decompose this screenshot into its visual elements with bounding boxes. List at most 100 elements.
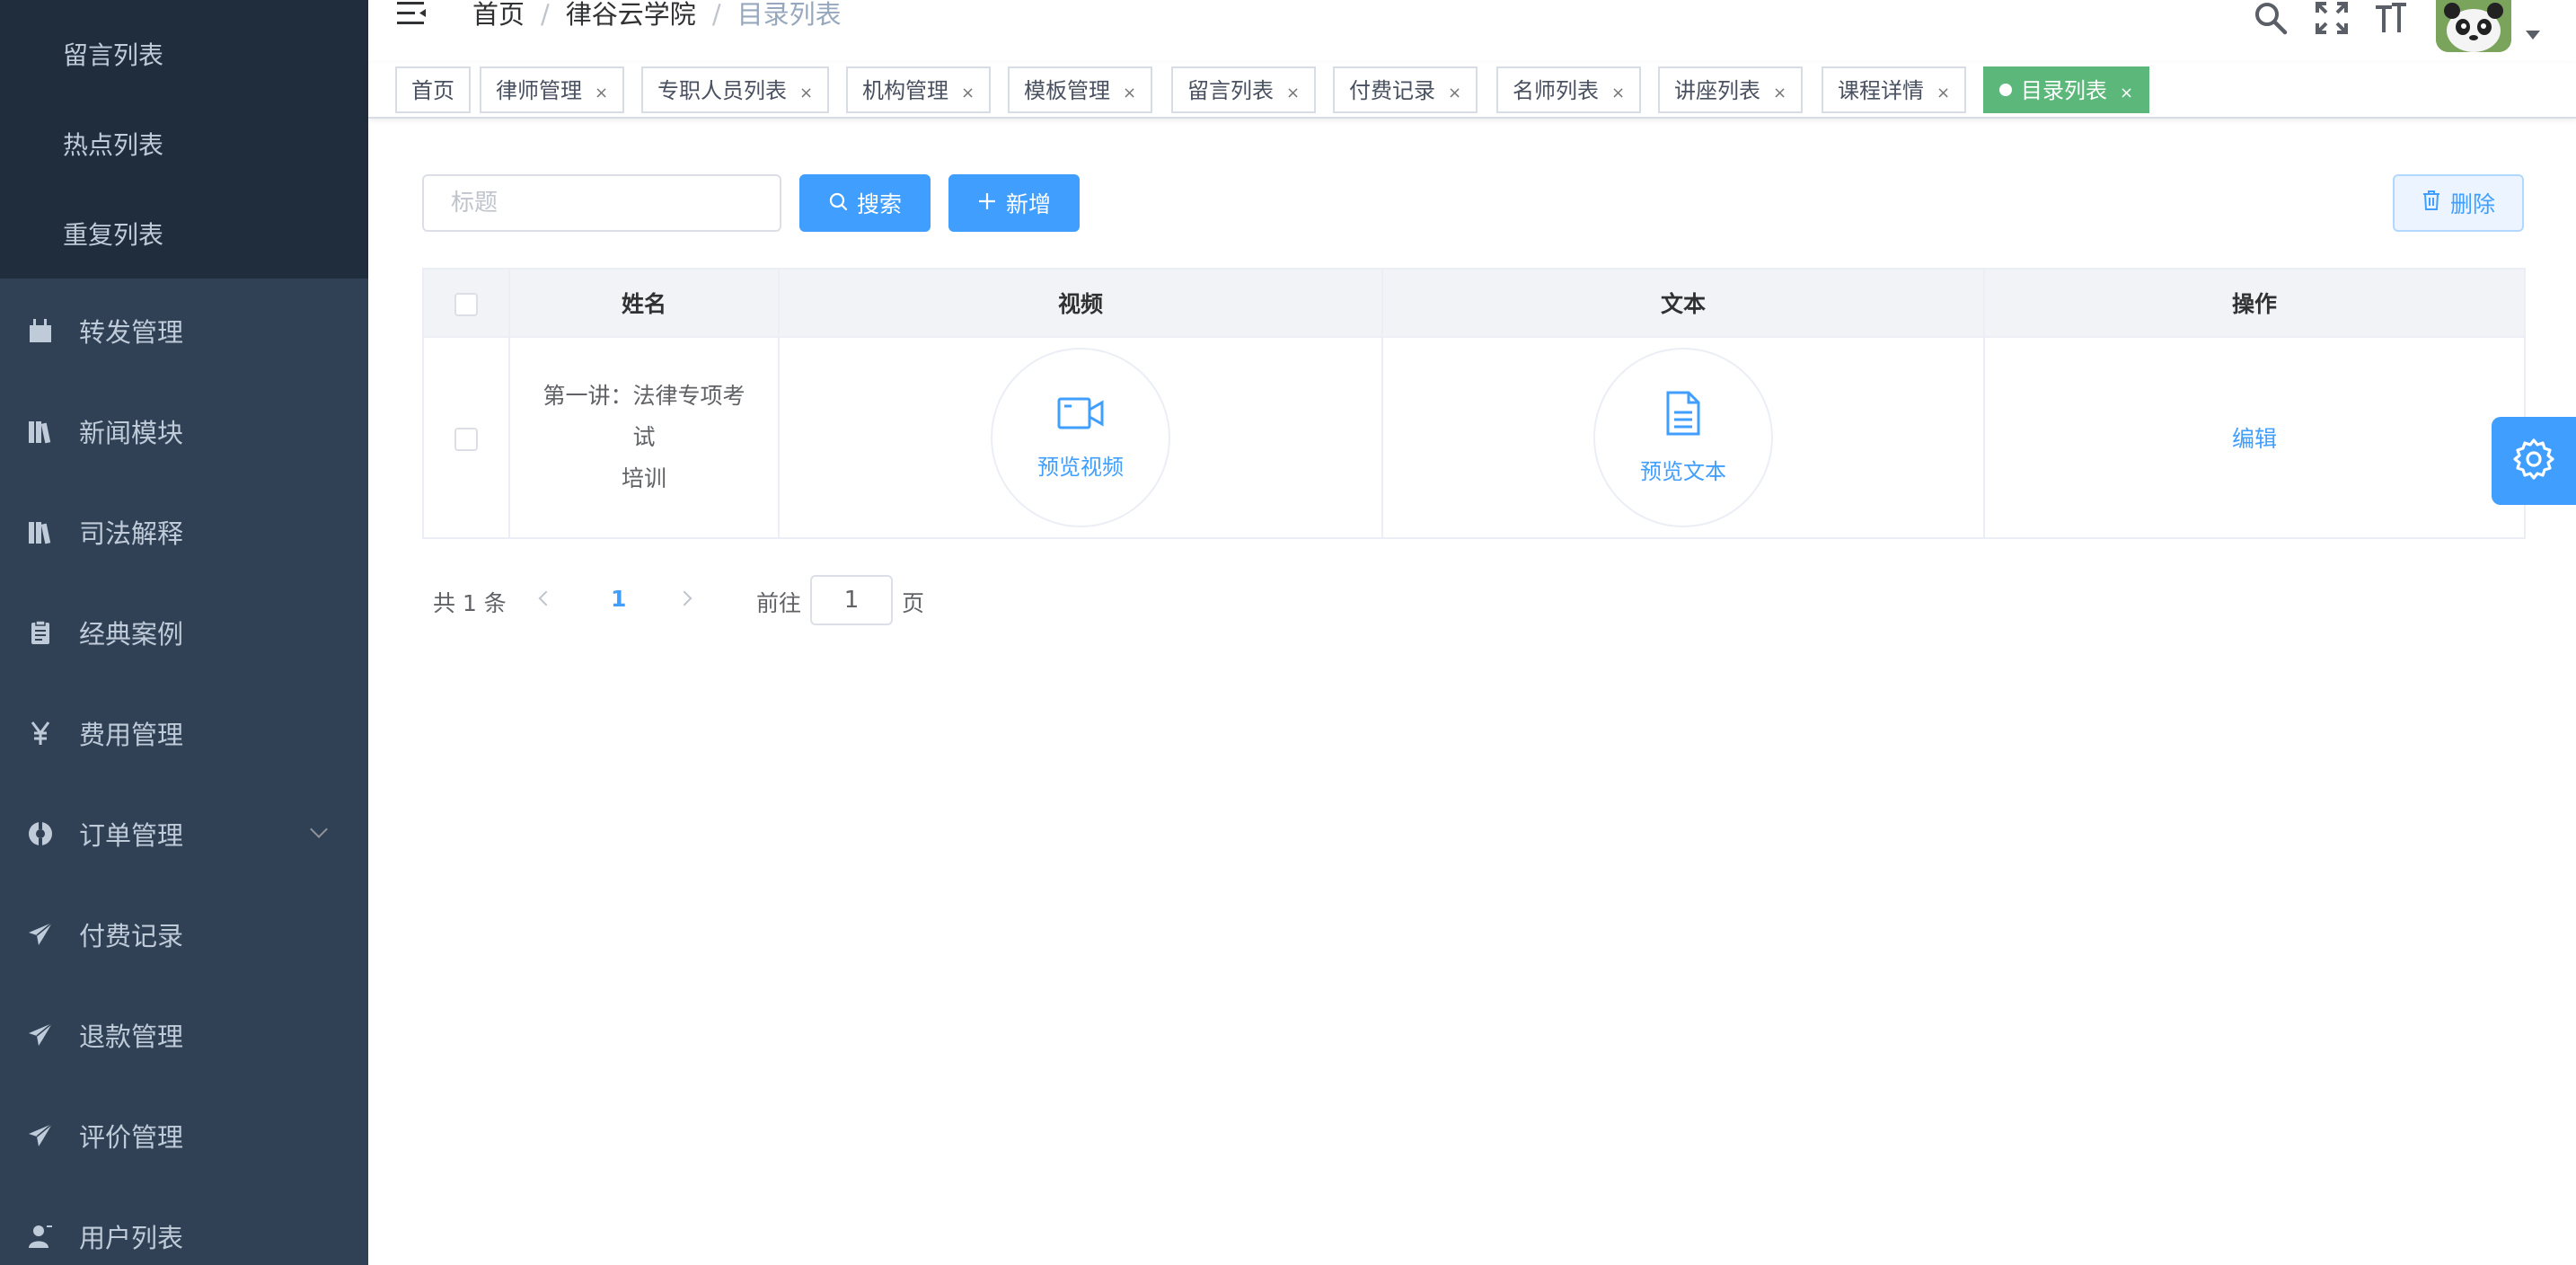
row-select-cell [422,336,510,539]
sidebar-item-fees[interactable]: 费用管理 [0,683,368,783]
search-button[interactable]: 搜索 [799,174,931,232]
tag-label: 机构管理 [862,78,948,103]
tag-course-details[interactable]: 课程详情 × [1822,66,1967,113]
pagination-page-suffix: 页 [902,590,925,616]
edit-button[interactable]: 编辑 [2232,426,2277,452]
tag-label: 名师列表 [1513,78,1599,103]
tag-label: 律师管理 [496,78,582,103]
tag-catalog-list[interactable]: 目录列表 × [1983,66,2150,113]
search-icon[interactable] [2253,0,2289,36]
send-icon [25,1120,56,1151]
search-icon [828,190,848,217]
sidebar-item-label: 转发管理 [79,317,184,348]
sidebar-item-payment-records[interactable]: 付费记录 [0,884,368,985]
preview-video-button[interactable]: 预览视频 [991,348,1170,527]
name-cell: 第一讲：法律专项考试 培训 [508,336,780,539]
sidebar-item-label: 司法解释 [79,518,184,549]
avatar[interactable] [2436,0,2511,52]
tag-staff-list[interactable]: 专职人员列表 × [641,66,830,113]
catalog-table: 姓名 视频 文本 操作 第一讲：法律专项考试 培训 预览视频 预览文本 编辑 [422,268,2526,539]
text-cell: 预览文本 [1381,336,1985,539]
title-search-input[interactable] [422,174,781,232]
pagination-goto-label: 前往 [756,590,802,616]
caret-down-icon[interactable] [2526,31,2540,40]
breadcrumb-item-home[interactable]: 首页 [472,0,525,30]
sidebar-item-users[interactable]: 用户列表 [0,1186,368,1265]
row-checkbox[interactable] [454,427,478,451]
tag-label: 模板管理 [1024,78,1110,103]
gear-icon [2512,438,2555,484]
breadcrumb-separator: / [541,0,550,30]
tag-teachers[interactable]: 名师列表 × [1496,66,1642,113]
submenu-item-hotspots[interactable]: 热点列表 [63,101,163,190]
column-header-video[interactable]: 视频 [778,268,1383,338]
sidebar-item-news[interactable]: 新闻模块 [0,381,368,482]
close-icon[interactable]: × [1773,84,1786,102]
breadcrumb-item-academy[interactable]: 律谷云学院 [566,0,696,30]
sidebar-item-label: 评价管理 [79,1122,184,1153]
hamburger-icon[interactable] [395,0,428,32]
preview-text-label: 预览文本 [1640,458,1726,484]
sidebar-item-label: 经典案例 [79,619,184,650]
sidebar-item-forwarding[interactable]: 转发管理 [0,280,368,381]
sidebar-submenu: 留言列表 热点列表 重复列表 [0,0,368,279]
tag-messages[interactable]: 留言列表 × [1171,66,1317,113]
sidebar-item-label: 新闻模块 [79,418,184,448]
fullscreen-icon[interactable] [2314,0,2350,36]
sidebar-item-reviews[interactable]: 评价管理 [0,1085,368,1186]
tag-home[interactable]: 首页 [395,66,471,113]
sidebar: 留言列表 热点列表 重复列表 转发管理 新闻模块 司法解释 经典案例 费用管理 [0,0,368,1265]
submenu-item-duplicates[interactable]: 重复列表 [63,190,163,280]
search-button-label: 搜索 [856,191,902,217]
tag-label: 课程详情 [1838,78,1924,103]
name-text-line: 第一讲：法律专项考试 [543,383,745,450]
send-icon [25,1020,56,1050]
pagination-page-1[interactable]: 1 [611,586,626,612]
sidebar-item-judicial-interpretation[interactable]: 司法解释 [0,482,368,582]
select-all-checkbox[interactable] [454,292,478,316]
column-header-name[interactable]: 姓名 [508,268,780,338]
tag-lawyers[interactable]: 律师管理 × [480,66,625,113]
table-header-row: 姓名 视频 文本 操作 [422,268,2526,338]
sidebar-item-refunds[interactable]: 退款管理 [0,985,368,1085]
close-icon[interactable]: × [1286,84,1300,102]
breadcrumb: 首页 / 律谷云学院 / 目录列表 [472,0,842,32]
tags-view: 首页 律师管理 × 专职人员列表 × 机构管理 × 模板管理 × 留言列表 × 付费记录 ×… [368,63,2576,119]
tag-label: 讲座列表 [1674,78,1760,103]
sidebar-item-orders[interactable]: 订单管理 [0,783,368,884]
add-button[interactable]: 新增 [948,174,1080,232]
tag-templates[interactable]: 模板管理 × [1008,66,1153,113]
breadcrumb-separator: / [711,0,721,30]
sidebar-item-label: 付费记录 [79,921,184,951]
add-button-label: 新增 [1005,191,1051,217]
pagination-goto-input[interactable] [810,575,893,625]
tag-institutions[interactable]: 机构管理 × [846,66,992,113]
active-dot-icon [1999,84,2012,96]
close-icon[interactable]: × [1936,84,1950,102]
settings-button[interactable] [2492,417,2576,505]
delete-button-label: 删除 [2449,191,2495,217]
tag-payment-records[interactable]: 付费记录 × [1333,66,1478,113]
tag-label: 付费记录 [1349,78,1435,103]
delete-button[interactable]: 删除 [2393,174,2524,232]
preview-video-label: 预览视频 [1037,454,1124,480]
close-icon[interactable]: × [1123,84,1136,102]
chevron-right-icon[interactable] [676,590,693,606]
column-header-text[interactable]: 文本 [1381,268,1985,338]
chevron-left-icon[interactable] [538,590,554,606]
pagination-total: 共 1 条 [433,590,507,616]
close-icon[interactable]: × [1448,84,1461,102]
close-icon[interactable]: × [2120,84,2133,102]
close-icon[interactable]: × [595,84,608,102]
video-camera-icon [1057,395,1104,437]
preview-text-button[interactable]: 预览文本 [1593,348,1773,527]
close-icon[interactable]: × [961,84,975,102]
text-size-icon[interactable] [2373,0,2409,36]
trash-icon [2422,190,2441,217]
close-icon[interactable]: × [1611,84,1625,102]
close-icon[interactable]: × [799,84,813,102]
submenu-item-messages[interactable]: 留言列表 [63,11,163,101]
tag-lectures[interactable]: 讲座列表 × [1658,66,1804,113]
send-icon [25,919,56,950]
sidebar-item-classic-cases[interactable]: 经典案例 [0,582,368,683]
